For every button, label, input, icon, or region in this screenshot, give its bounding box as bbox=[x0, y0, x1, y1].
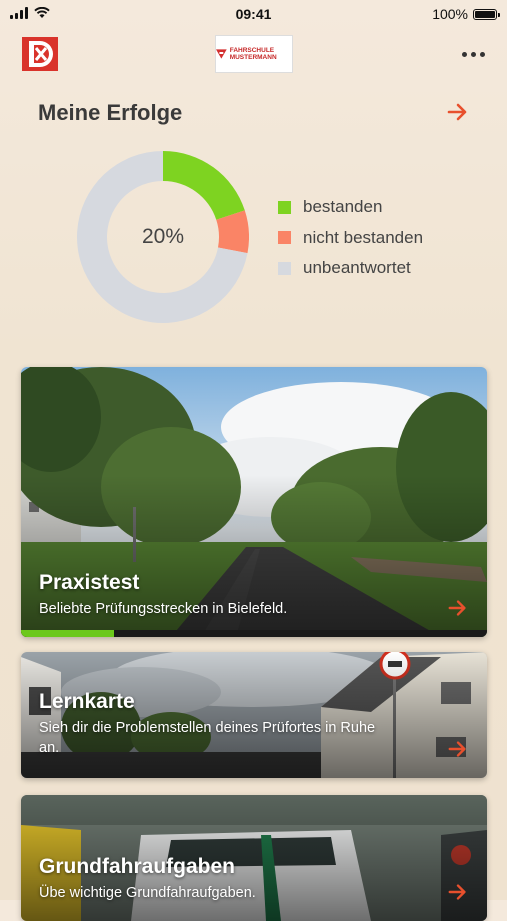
card-progress-fill bbox=[21, 630, 115, 637]
app-logo-icon[interactable] bbox=[22, 37, 58, 71]
card-shade bbox=[21, 652, 487, 778]
battery-percentage: 100% bbox=[432, 6, 468, 22]
status-bar: 09:41 100% bbox=[0, 0, 507, 28]
section-title: Meine Erfolge bbox=[38, 100, 183, 125]
battery-icon bbox=[473, 8, 500, 20]
legend-label: nicht bestanden bbox=[303, 227, 424, 247]
donut-center-label: 20% bbox=[141, 225, 185, 248]
card-lernkarte[interactable]: Lernkarte Sieh dir die Problemstellen de… bbox=[21, 652, 487, 778]
arrow-right-icon[interactable] bbox=[447, 597, 469, 619]
status-time: 09:41 bbox=[235, 6, 272, 22]
arrow-right-icon[interactable] bbox=[447, 738, 469, 760]
legend-item-unanswered: unbeantwortet bbox=[278, 253, 423, 284]
card-grundfahraufgaben[interactable]: Grundfahraufgaben Übe wichtige Grundfahr… bbox=[21, 795, 487, 921]
more-button[interactable] bbox=[459, 44, 487, 64]
card-subtitle: Beliebte Prüfungsstrecken in Bielefeld. bbox=[39, 601, 288, 617]
legend-swatch bbox=[278, 200, 291, 214]
more-dot bbox=[461, 51, 467, 57]
chart-legend: bestanden nicht bestanden unbeantwortet bbox=[278, 192, 423, 284]
status-right: 100% bbox=[432, 6, 500, 22]
card-title: Praxistest bbox=[39, 571, 140, 594]
school-logo: FAHRSCHULE MUSTERMANN bbox=[215, 35, 293, 73]
school-logo-text: FAHRSCHULE MUSTERMANN bbox=[229, 47, 277, 61]
legend-swatch bbox=[278, 231, 291, 245]
arrow-right-icon[interactable] bbox=[446, 100, 470, 124]
legend-swatch bbox=[278, 261, 291, 275]
legend-label: unbeantwortet bbox=[303, 258, 411, 278]
more-dot bbox=[479, 51, 485, 57]
card-title: Grundfahraufgaben bbox=[39, 855, 236, 878]
school-logo-icon bbox=[216, 49, 227, 59]
more-dot bbox=[470, 51, 476, 57]
legend-label: bestanden bbox=[303, 197, 383, 217]
card-subtitle: Übe wichtige Grundfahraufgaben. bbox=[39, 885, 256, 901]
legend-item-passed: bestanden bbox=[278, 192, 423, 223]
card-title: Lernkarte bbox=[39, 690, 135, 713]
app-header: FAHRSCHULE MUSTERMANN bbox=[0, 32, 507, 76]
card-progress-bar bbox=[21, 630, 487, 637]
legend-item-failed: nicht bestanden bbox=[278, 223, 423, 254]
card-praxistest[interactable]: Praxistest Beliebte Prüfungsstrecken in … bbox=[21, 367, 487, 637]
card-subtitle: Sieh dir die Problemstellen deines Prüfo… bbox=[39, 720, 376, 756]
